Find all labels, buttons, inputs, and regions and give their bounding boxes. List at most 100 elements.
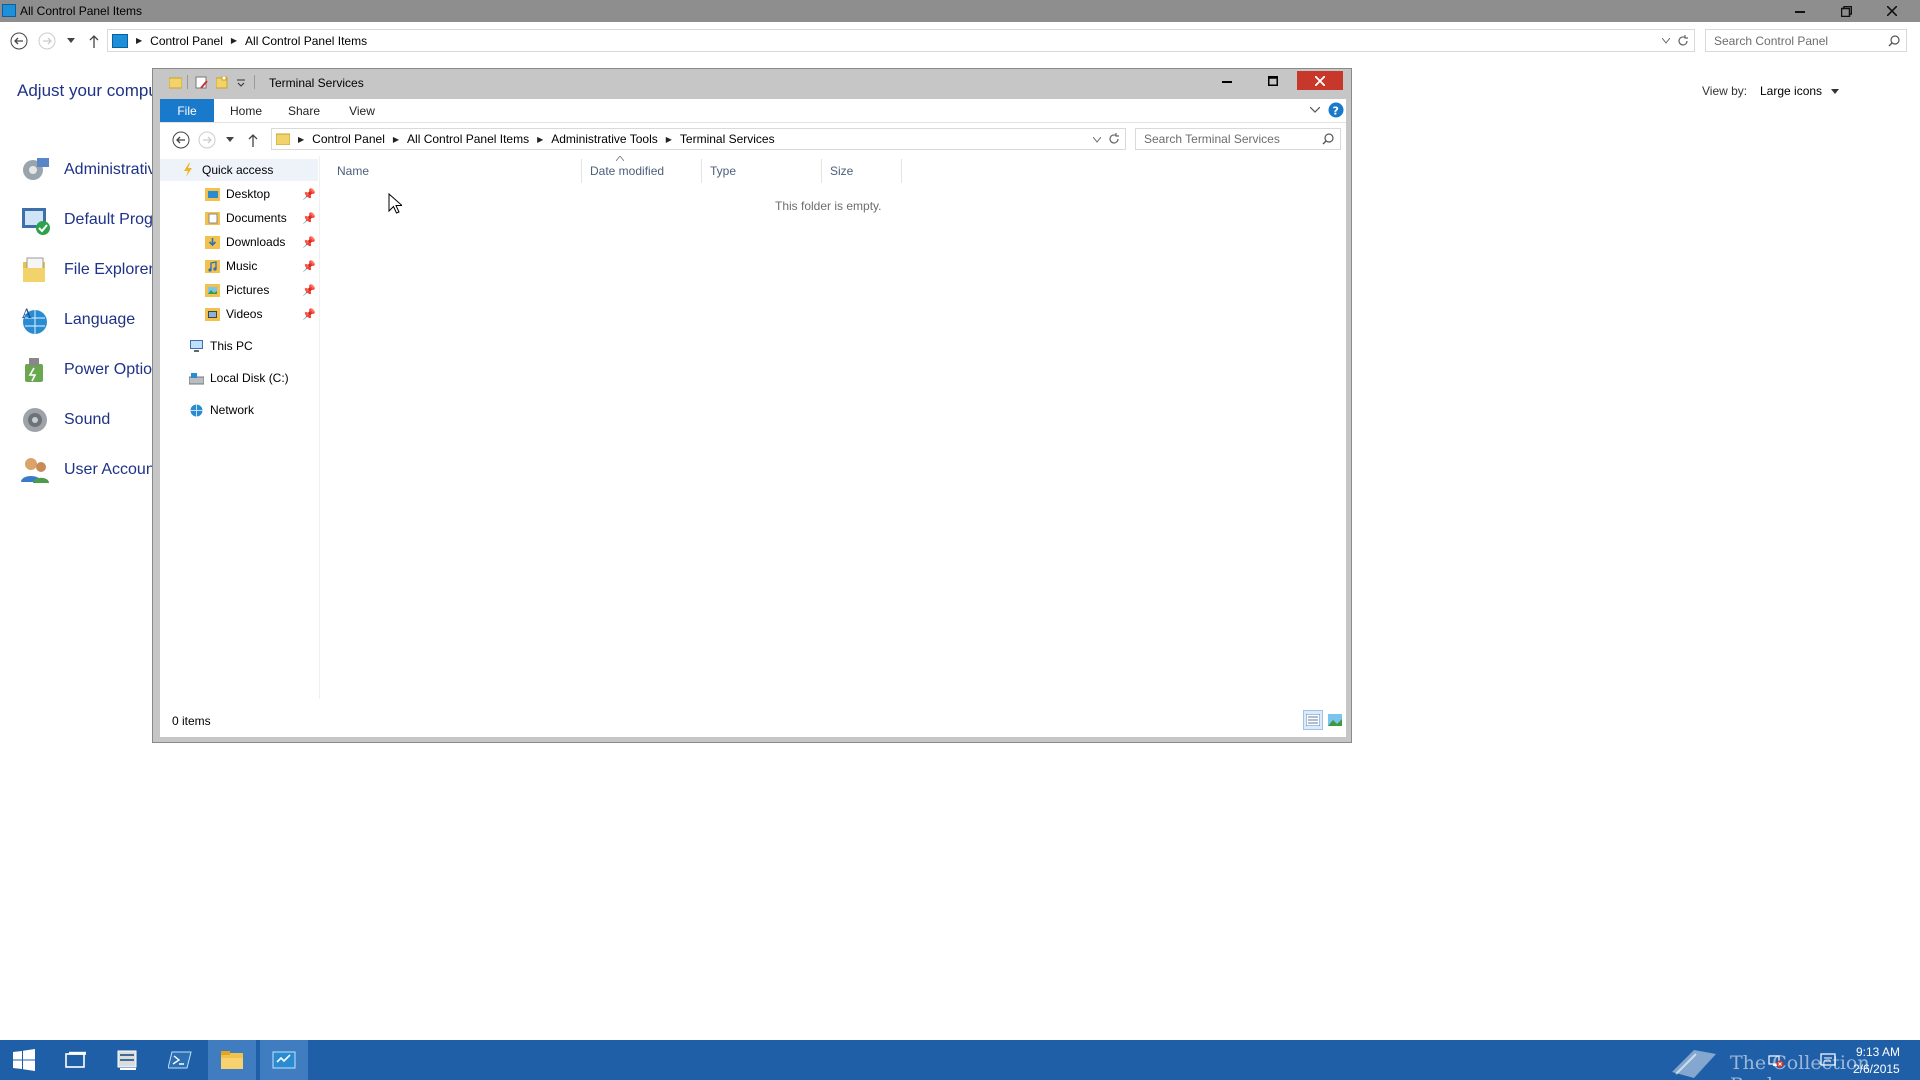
cp-up-button[interactable]: [84, 30, 104, 52]
cp-item-sound[interactable]: Sound: [18, 402, 110, 438]
nav-network[interactable]: Network: [160, 399, 318, 421]
file-explorer-taskbar-button[interactable]: [208, 1040, 256, 1080]
cp-view-by-dropdown[interactable]: Large icons: [1760, 84, 1840, 98]
nav-this-pc[interactable]: This PC: [160, 335, 318, 357]
chevron-down-icon[interactable]: [1662, 38, 1670, 44]
nav-documents[interactable]: Documents 📌: [160, 207, 318, 229]
cp-item-administrative-tools[interactable]: Administrativ: [18, 152, 156, 188]
cp-address-bar[interactable]: ▶ Control Panel ▶ All Control Panel Item…: [107, 29, 1695, 52]
tab-file[interactable]: File: [160, 99, 214, 122]
explorer-close-button[interactable]: [1297, 71, 1343, 90]
close-icon: [1887, 6, 1897, 16]
chevron-down-icon[interactable]: [1093, 137, 1101, 143]
properties-icon[interactable]: [195, 76, 208, 89]
pin-icon[interactable]: 📌: [302, 236, 316, 249]
column-header-date-modified[interactable]: Date modified: [582, 159, 702, 183]
task-view-button[interactable]: [52, 1040, 100, 1080]
powershell-button[interactable]: [156, 1040, 204, 1080]
explorer-minimize-button[interactable]: [1205, 71, 1249, 90]
pin-icon[interactable]: 📌: [302, 212, 316, 225]
windows-logo-icon: [13, 1049, 35, 1071]
power-options-icon: [18, 353, 52, 387]
explorer-address-bar[interactable]: ▶ Control Panel ▶ All Control Panel Item…: [271, 128, 1126, 150]
nav-music[interactable]: Music 📌: [160, 255, 318, 277]
clock-date[interactable]: 2/6/2015: [1853, 1062, 1900, 1076]
nav-videos[interactable]: Videos 📌: [160, 303, 318, 325]
documents-icon: [204, 210, 220, 226]
explorer-breadcrumb-administrative-tools[interactable]: Administrative Tools: [551, 132, 658, 146]
pin-icon[interactable]: 📌: [302, 188, 316, 201]
cp-item-label: Language: [64, 311, 136, 328]
user-accounts-icon: [18, 453, 52, 487]
customize-toolbar-icon[interactable]: [237, 76, 250, 89]
new-folder-icon[interactable]: [216, 76, 229, 89]
breadcrumb-separator-icon: ▶: [230, 36, 238, 45]
up-arrow-icon: [248, 134, 258, 147]
svg-text:A: A: [21, 307, 32, 322]
details-view-button[interactable]: [1303, 710, 1323, 730]
large-icons-view-button[interactable]: [1325, 710, 1345, 730]
refresh-icon[interactable]: [1108, 133, 1120, 145]
cp-view-by-label: View by:: [1702, 84, 1748, 98]
cp-minimize-button[interactable]: [1777, 0, 1823, 22]
chevron-down-icon: [1831, 89, 1840, 94]
pin-icon[interactable]: 📌: [302, 284, 316, 297]
explorer-breadcrumb-terminal-services[interactable]: Terminal Services: [680, 132, 775, 146]
cp-back-button[interactable]: [8, 30, 30, 52]
breadcrumb-separator-icon: ▶: [298, 134, 305, 144]
cp-close-button[interactable]: [1869, 0, 1915, 22]
nav-downloads[interactable]: Downloads 📌: [160, 231, 318, 253]
control-panel-taskbar-button[interactable]: [260, 1040, 308, 1080]
action-center-icon[interactable]: [1820, 1052, 1836, 1068]
cp-recent-locations-button[interactable]: [64, 30, 78, 52]
nav-pictures[interactable]: Pictures 📌: [160, 279, 318, 301]
help-icon[interactable]: ?: [1328, 102, 1344, 118]
column-header-type[interactable]: Type: [702, 159, 822, 183]
nav-desktop[interactable]: Desktop 📌: [160, 183, 318, 205]
breadcrumb-separator-icon: ▶: [665, 134, 672, 144]
explorer-forward-button[interactable]: [196, 129, 218, 151]
server-manager-button[interactable]: [104, 1040, 152, 1080]
cp-restore-button[interactable]: [1823, 0, 1869, 22]
folder-icon: [276, 133, 290, 145]
pin-icon[interactable]: 📌: [302, 308, 316, 321]
cp-item-default-programs[interactable]: Default Progr: [18, 202, 158, 238]
cp-item-label: Default Progr: [64, 211, 159, 228]
nav-local-disk[interactable]: Local Disk (C:): [160, 367, 318, 389]
cp-item-power-options[interactable]: Power Option: [18, 352, 161, 388]
refresh-icon[interactable]: [1677, 35, 1689, 47]
explorer-breadcrumb-control-panel[interactable]: Control Panel: [312, 132, 385, 146]
language-icon: A: [18, 303, 52, 337]
cp-item-file-explorer-options[interactable]: File Explorer: [18, 252, 154, 288]
explorer-recent-locations-button[interactable]: [224, 129, 236, 151]
explorer-maximize-button[interactable]: [1251, 71, 1295, 90]
tab-share[interactable]: Share: [278, 99, 330, 122]
cp-item-user-accounts[interactable]: User Account: [18, 452, 159, 488]
start-button[interactable]: [0, 1040, 48, 1080]
cp-item-label: Administrativ: [64, 161, 156, 178]
explorer-back-button[interactable]: [170, 129, 192, 151]
clock-time[interactable]: 9:13 AM: [1856, 1045, 1900, 1059]
tab-view[interactable]: View: [336, 99, 388, 122]
cp-item-language[interactable]: A Language: [18, 302, 135, 338]
search-icon[interactable]: [1888, 35, 1900, 47]
expand-ribbon-icon[interactable]: [1310, 107, 1320, 114]
cp-search-box[interactable]: Search Control Panel: [1705, 29, 1907, 52]
cp-breadcrumb-all-items[interactable]: All Control Panel Items: [245, 34, 367, 48]
tab-home[interactable]: Home: [220, 99, 272, 122]
pin-icon[interactable]: 📌: [302, 260, 316, 273]
explorer-breadcrumb-all-items[interactable]: All Control Panel Items: [407, 132, 529, 146]
explorer-search-box[interactable]: Search Terminal Services: [1135, 128, 1341, 150]
nav-quick-access[interactable]: Quick access: [160, 159, 318, 181]
explorer-up-button[interactable]: [244, 129, 262, 151]
search-icon[interactable]: [1322, 133, 1334, 145]
network-tray-icon[interactable]: [1768, 1052, 1784, 1068]
cp-forward-button[interactable]: [36, 30, 58, 52]
column-header-size[interactable]: Size: [822, 159, 902, 183]
minimize-icon: [1795, 11, 1805, 13]
file-explorer-options-icon: [18, 253, 52, 287]
column-header-name[interactable]: Name: [320, 159, 582, 183]
cp-view-by-value: Large icons: [1760, 84, 1823, 98]
nav-item-label: Downloads: [226, 235, 286, 249]
cp-breadcrumb-control-panel[interactable]: Control Panel: [150, 34, 223, 48]
